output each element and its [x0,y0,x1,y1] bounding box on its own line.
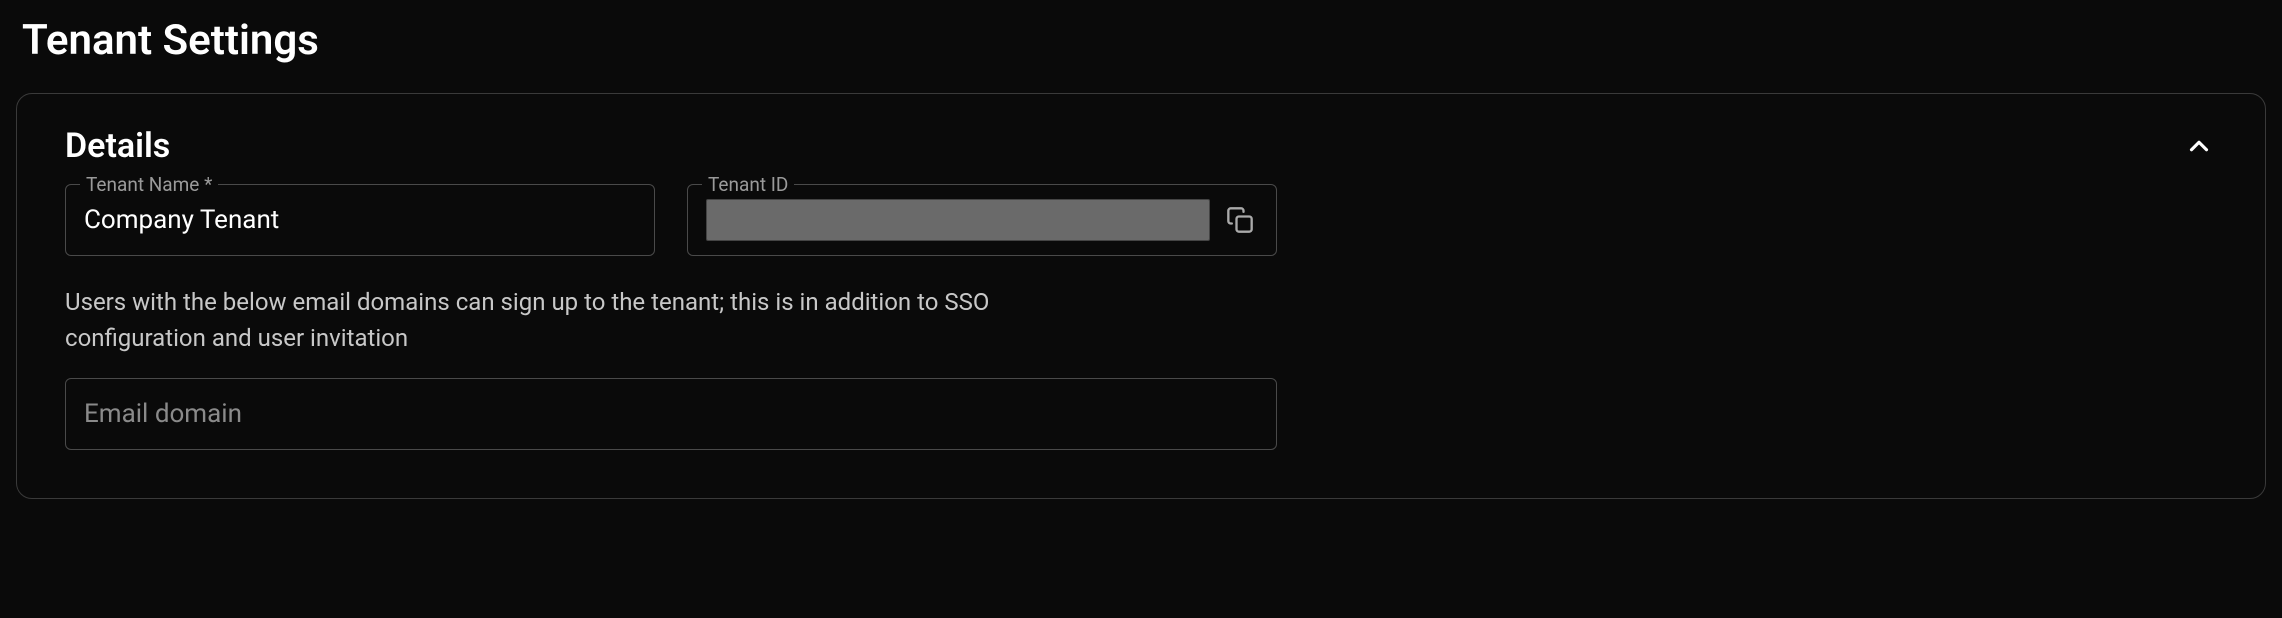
email-domain-help-text: Users with the below email domains can s… [65,284,1135,356]
tenant-id-label: Tenant ID [702,173,794,196]
tenant-name-fieldset: Tenant Name * [65,184,655,256]
tenant-name-label: Tenant Name * [80,173,218,196]
card-header: Details [65,126,2217,166]
copy-icon [1226,206,1254,234]
copy-tenant-id-button[interactable] [1222,202,1258,238]
page-title: Tenant Settings [22,16,2266,65]
tenant-id-value-redacted [706,199,1210,241]
collapse-toggle[interactable] [2181,128,2217,164]
tenant-id-fieldset: Tenant ID [687,184,1277,256]
email-domain-fieldset [65,378,1277,450]
chevron-up-icon [2184,131,2214,161]
details-section-title: Details [65,126,170,166]
fields-row: Tenant Name * Tenant ID [65,184,2217,256]
details-card: Details Tenant Name * Tenant ID [16,93,2266,499]
email-domain-input[interactable] [66,379,1276,449]
